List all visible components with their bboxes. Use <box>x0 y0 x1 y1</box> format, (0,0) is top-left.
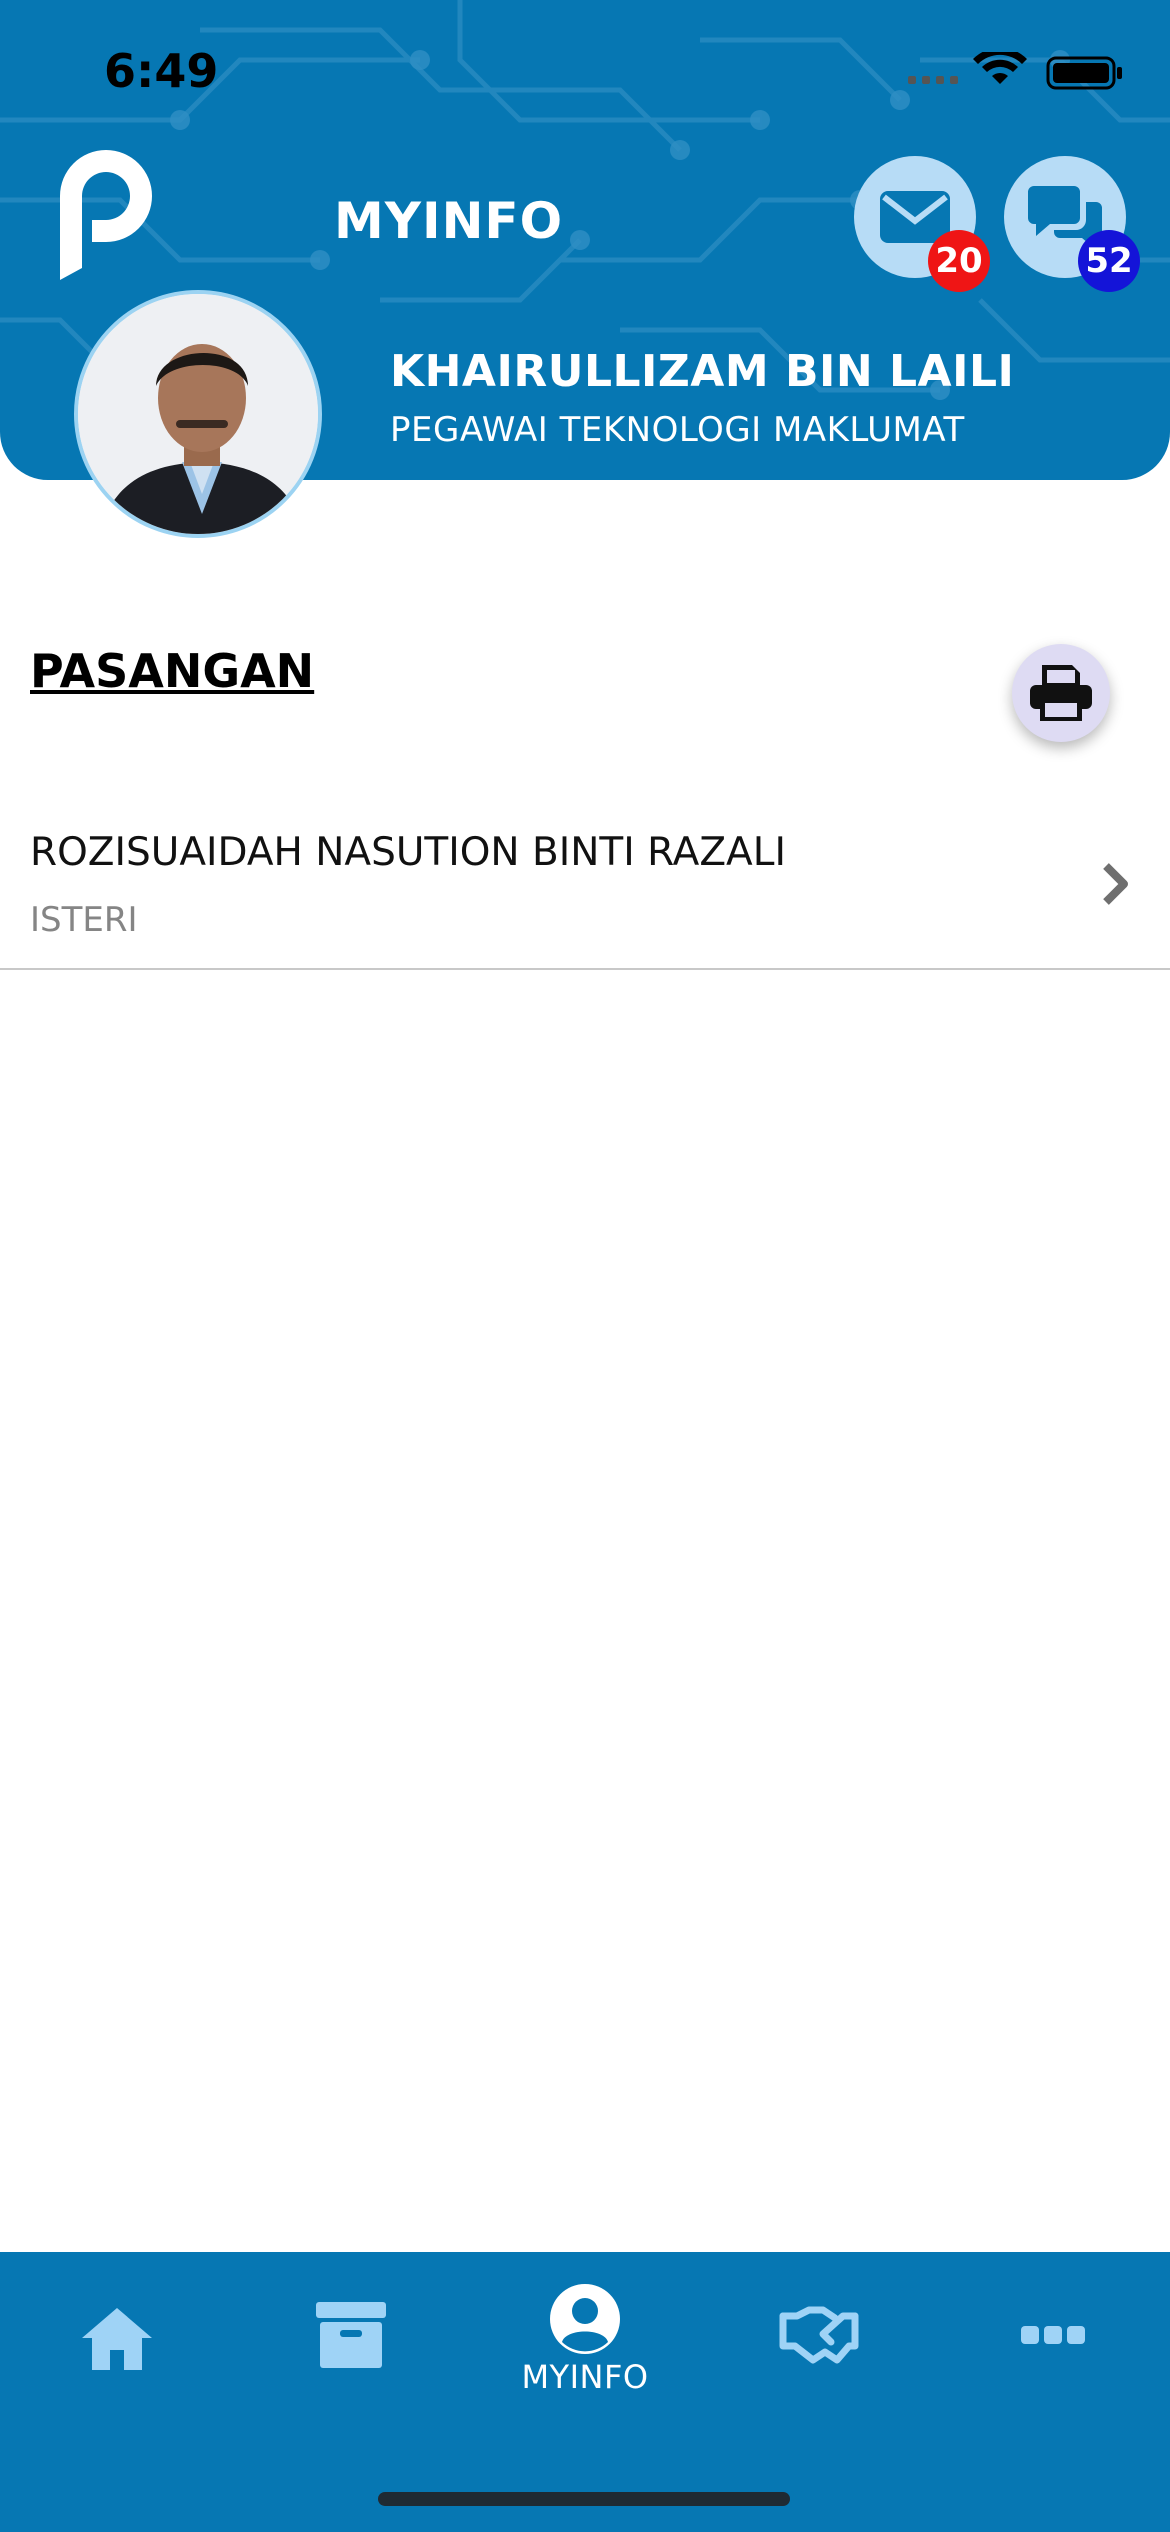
home-indicator[interactable] <box>378 2492 790 2506</box>
spouse-relation: ISTERI <box>30 900 138 940</box>
spouse-name: ROZISUAIDAH NASUTION BINTI RAZALI <box>30 830 786 875</box>
status-time: 6:49 <box>104 44 219 98</box>
home-icon <box>82 2308 152 2370</box>
chevron-right-icon <box>1103 863 1128 905</box>
tab-more[interactable] <box>973 2282 1133 2402</box>
page-title: MYINFO <box>334 192 564 250</box>
tab-myinfo[interactable]: MYINFO <box>505 2282 665 2402</box>
print-button[interactable] <box>1012 644 1110 742</box>
profile-photo <box>78 294 318 534</box>
tab-bar: MYINFO <box>0 2252 1170 2532</box>
tab-label-myinfo: MYINFO <box>521 2358 649 2396</box>
battery-icon <box>1046 56 1122 90</box>
tab-home[interactable] <box>37 2282 197 2402</box>
user-name: KHAIRULLIZAM BIN LAILI <box>390 346 1015 397</box>
tab-archive[interactable] <box>271 2282 431 2402</box>
chat-count-badge: 52 <box>1078 230 1140 292</box>
handshake-icon <box>779 2306 859 2364</box>
wifi-icon <box>973 52 1027 84</box>
more-icon <box>1021 2326 1085 2344</box>
status-icons <box>908 52 1122 90</box>
app-logo-icon <box>60 150 152 280</box>
user-role: PEGAWAI TEKNOLOGI MAKLUMAT <box>390 410 965 450</box>
section-title: PASANGAN <box>30 644 315 698</box>
avatar[interactable] <box>74 290 322 538</box>
printer-icon <box>1030 665 1092 721</box>
signal-icon <box>908 76 958 84</box>
tab-handshake[interactable] <box>739 2282 899 2402</box>
mail-count-badge: 20 <box>928 230 990 292</box>
user-icon <box>550 2284 620 2354</box>
archive-icon <box>316 2302 386 2368</box>
list-item[interactable]: ROZISUAIDAH NASUTION BINTI RAZALI ISTERI <box>0 800 1170 970</box>
